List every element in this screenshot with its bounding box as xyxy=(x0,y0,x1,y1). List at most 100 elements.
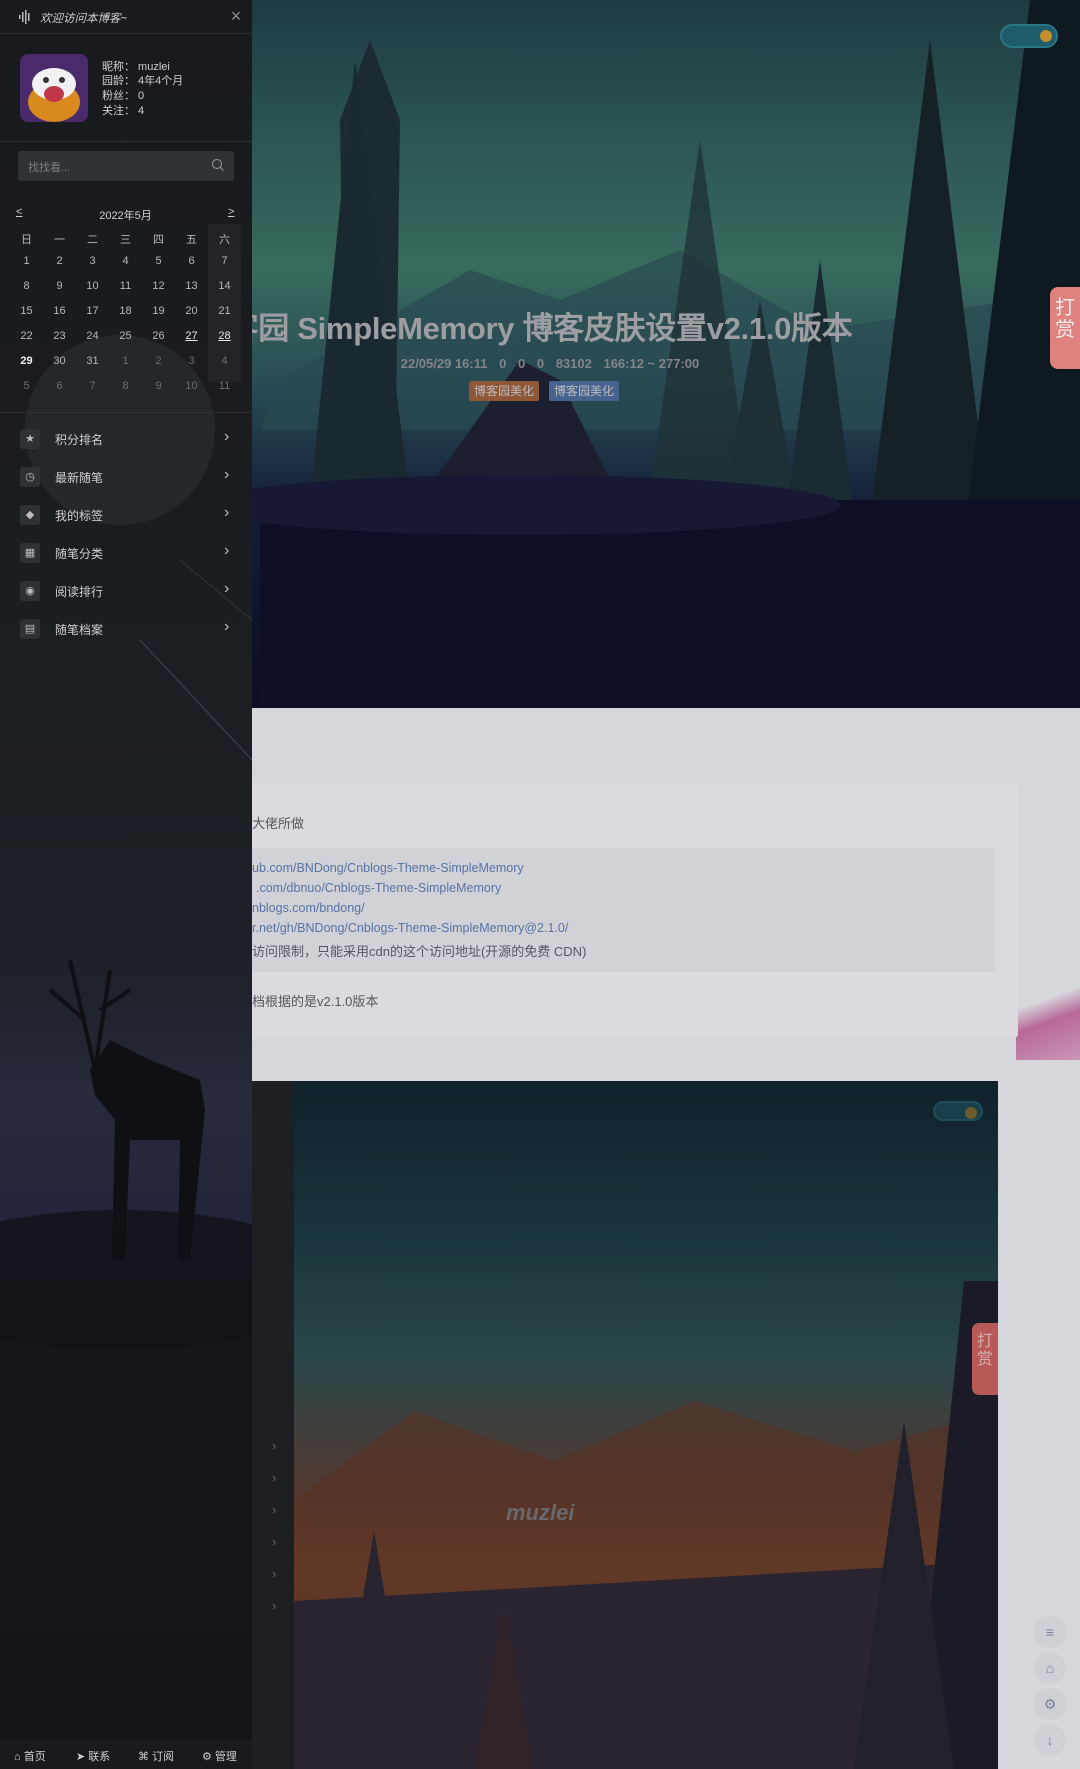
calendar-day: 4 xyxy=(122,255,129,267)
calendar-day: 7 xyxy=(89,380,96,392)
eye-icon: ◉ xyxy=(20,581,40,601)
profile-section: 昵称： muzlei 园龄： 4年4个月 粉丝： 0 关注： 4 xyxy=(0,34,252,142)
calendar-day: 5 xyxy=(155,255,162,267)
chevron-right-icon: › xyxy=(224,618,230,635)
calendar-day: 18 xyxy=(119,305,132,317)
calendar-day: 6 xyxy=(188,255,195,267)
calendar-header: < 2022年5月 > xyxy=(10,204,241,224)
calendar-day: 17 xyxy=(86,305,99,317)
calendar-weekday: 六 xyxy=(219,234,230,246)
calendar-day: 31 xyxy=(86,355,99,367)
chevron-right-icon: › xyxy=(224,542,230,559)
sidebar-item-eye[interactable]: ◉ 阅读排行 › xyxy=(0,572,252,610)
nav-home[interactable]: ⌂ 首页 xyxy=(14,1748,46,1764)
sidebar-item-label: 阅读排行 xyxy=(55,585,104,599)
calendar-day: 30 xyxy=(53,355,66,367)
calendar-day: 15 xyxy=(20,305,33,317)
calendar-week: 22 23 24 25 26 27 28 xyxy=(10,325,241,349)
sidebar-item-grid[interactable]: ▦ 随笔分类 › xyxy=(0,534,252,572)
calendar-day[interactable]: 28 xyxy=(208,330,241,342)
nav-home-label: 首页 xyxy=(23,1751,46,1763)
nav-admin[interactable]: ⚙ 管理 xyxy=(202,1748,237,1764)
calendar-week: 5 6 7 8 9 10 11 xyxy=(10,375,241,399)
calendar-icon: ▤ xyxy=(20,619,40,639)
sidebar-item-calendar[interactable]: ▤ 随笔档案 › xyxy=(0,610,252,648)
calendar-day: 12 xyxy=(152,280,165,292)
calendar-day: 8 xyxy=(122,380,129,392)
calendar-day: 3 xyxy=(89,255,96,267)
calendar-day: 29 xyxy=(20,355,33,367)
chevron-right-icon: › xyxy=(224,466,230,483)
calendar-day: 16 xyxy=(53,305,66,317)
calendar-day: 6 xyxy=(56,380,63,392)
calendar-day: 2 xyxy=(155,355,162,367)
calendar-day: 20 xyxy=(185,305,198,317)
welcome-text: 欢迎访问本博客~ xyxy=(40,13,128,25)
avatar-image xyxy=(20,54,88,122)
calendar-weekday: 三 xyxy=(120,234,131,246)
calendar-day: 14 xyxy=(218,280,231,292)
calendar-day: 8 xyxy=(23,280,30,292)
calendar-day: 2 xyxy=(56,255,63,267)
nav-contact-label: 联系 xyxy=(88,1751,111,1763)
calendar-next[interactable]: > xyxy=(228,206,234,218)
calendar-day: 3 xyxy=(188,355,195,367)
calendar-weekday: 日 xyxy=(21,234,32,246)
sidebar-item-label: 随笔分类 xyxy=(55,547,104,561)
profile-fans[interactable]: 粉丝： 0 xyxy=(102,87,144,103)
calendar-weekday: 一 xyxy=(54,234,65,246)
sidebar-header: 欢迎访问本博客~ × xyxy=(0,0,252,34)
sidebar-item-tag[interactable]: ◆ 我的标签 › xyxy=(0,496,252,534)
sidebar-item-star[interactable]: ★ 积分排名 › xyxy=(0,420,252,458)
search-box[interactable]: 找找看... xyxy=(18,151,234,181)
calendar-weekday: 二 xyxy=(87,234,98,246)
nav-contact[interactable]: ➤ 联系 xyxy=(76,1748,110,1764)
sidebar-drawer: 欢迎访问本博客~ × 昵称： muzlei 园龄： 4年4个月 粉丝： 0 关注… xyxy=(0,0,252,1769)
calendar-weekdays: 日一二三四五六 xyxy=(10,226,241,250)
calendar-day: 21 xyxy=(218,305,231,317)
calendar-day: 10 xyxy=(185,380,198,392)
calendar-day[interactable]: 27 xyxy=(175,330,208,342)
calendar-day: 13 xyxy=(185,280,198,292)
sidebar-item-label: 我的标签 xyxy=(55,509,104,523)
profile-follow[interactable]: 关注： 4 xyxy=(102,102,144,118)
calendar-day: 7 xyxy=(221,255,228,267)
calendar-day: 11 xyxy=(218,380,231,392)
calendar-day: 1 xyxy=(122,355,129,367)
chevron-right-icon: › xyxy=(224,428,230,445)
calendar-day: 4 xyxy=(221,355,228,367)
tag-icon: ◆ xyxy=(20,505,40,525)
calendar-day: 5 xyxy=(23,380,30,392)
close-icon[interactable]: × xyxy=(226,6,246,26)
calendar-day: 22 xyxy=(20,330,33,342)
search-icon[interactable] xyxy=(211,158,225,172)
nav-subscribe[interactable]: ⌘ 订阅 xyxy=(138,1748,174,1764)
sidebar-item-clock[interactable]: ◷ 最新随笔 › xyxy=(0,458,252,496)
sidebar-item-label: 最新随笔 xyxy=(55,471,104,485)
calendar-day: 9 xyxy=(56,280,63,292)
divider xyxy=(0,412,252,413)
sidebar-item-label: 随笔档案 xyxy=(55,623,104,637)
search-input[interactable]: 找找看... xyxy=(28,159,70,175)
calendar-weekday: 四 xyxy=(153,234,164,246)
chevron-right-icon: › xyxy=(224,504,230,521)
nav-admin-label: 管理 xyxy=(214,1751,237,1763)
calendar-week: 15 16 17 18 19 20 21 xyxy=(10,300,241,324)
calendar-week: 8 9 10 11 12 13 14 xyxy=(10,275,241,299)
calendar-day: 23 xyxy=(53,330,66,342)
calendar-week: 29 30 31 1 2 3 4 xyxy=(10,350,241,374)
avatar[interactable] xyxy=(20,54,88,122)
soundwave-icon xyxy=(19,10,30,24)
calendar-week: 1 2 3 4 5 6 7 xyxy=(10,250,241,274)
calendar-weekday: 五 xyxy=(186,234,197,246)
calendar-title: 2022年5月 xyxy=(99,210,152,222)
calendar-day: 25 xyxy=(119,330,132,342)
profile-age: 园龄： 4年4个月 xyxy=(102,75,184,87)
grid-icon: ▦ xyxy=(20,543,40,563)
calendar-day: 26 xyxy=(152,330,165,342)
star-icon: ★ xyxy=(20,429,40,449)
calendar-day: 24 xyxy=(86,330,99,342)
sidebar-item-label: 积分排名 xyxy=(55,433,104,447)
chevron-right-icon: › xyxy=(224,580,230,597)
nav-subscribe-label: 订阅 xyxy=(152,1751,175,1763)
